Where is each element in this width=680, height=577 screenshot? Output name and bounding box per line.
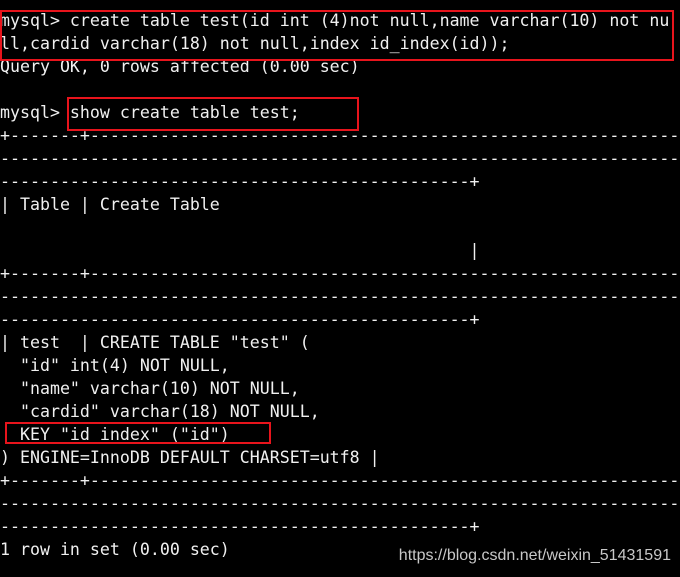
highlight-create-command bbox=[0, 10, 674, 61]
terminal-line: ----------------------------------------… bbox=[0, 494, 680, 513]
terminal-line: ----------------------------------------… bbox=[0, 172, 480, 191]
terminal-line: ----------------------------------------… bbox=[0, 310, 480, 329]
highlight-key-line bbox=[5, 422, 271, 444]
terminal-line: "id" int(4) NOT NULL, bbox=[0, 356, 230, 375]
terminal-line: | bbox=[0, 241, 480, 260]
terminal-line: "cardid" varchar(18) NOT NULL, bbox=[0, 402, 320, 421]
terminal-line: | Table | Create Table bbox=[0, 195, 220, 214]
terminal-line: ----------------------------------------… bbox=[0, 149, 680, 168]
terminal-line: "name" varchar(10) NOT NULL, bbox=[0, 379, 300, 398]
terminal-line: +-------+-------------------------------… bbox=[0, 264, 680, 283]
terminal-line: ) ENGINE=InnoDB DEFAULT CHARSET=utf8 | bbox=[0, 448, 380, 467]
highlight-show-command bbox=[67, 97, 359, 131]
watermark: https://blog.csdn.net/weixin_51431591 bbox=[398, 547, 671, 564]
terminal-line: ----------------------------------------… bbox=[0, 287, 680, 306]
terminal-output: mysql> create table test(id int (4)not n… bbox=[0, 9, 680, 561]
terminal-line: ----------------------------------------… bbox=[0, 517, 480, 536]
terminal-line: +-------+-------------------------------… bbox=[0, 471, 680, 490]
terminal-line: | test | CREATE TABLE "test" ( bbox=[0, 333, 310, 352]
